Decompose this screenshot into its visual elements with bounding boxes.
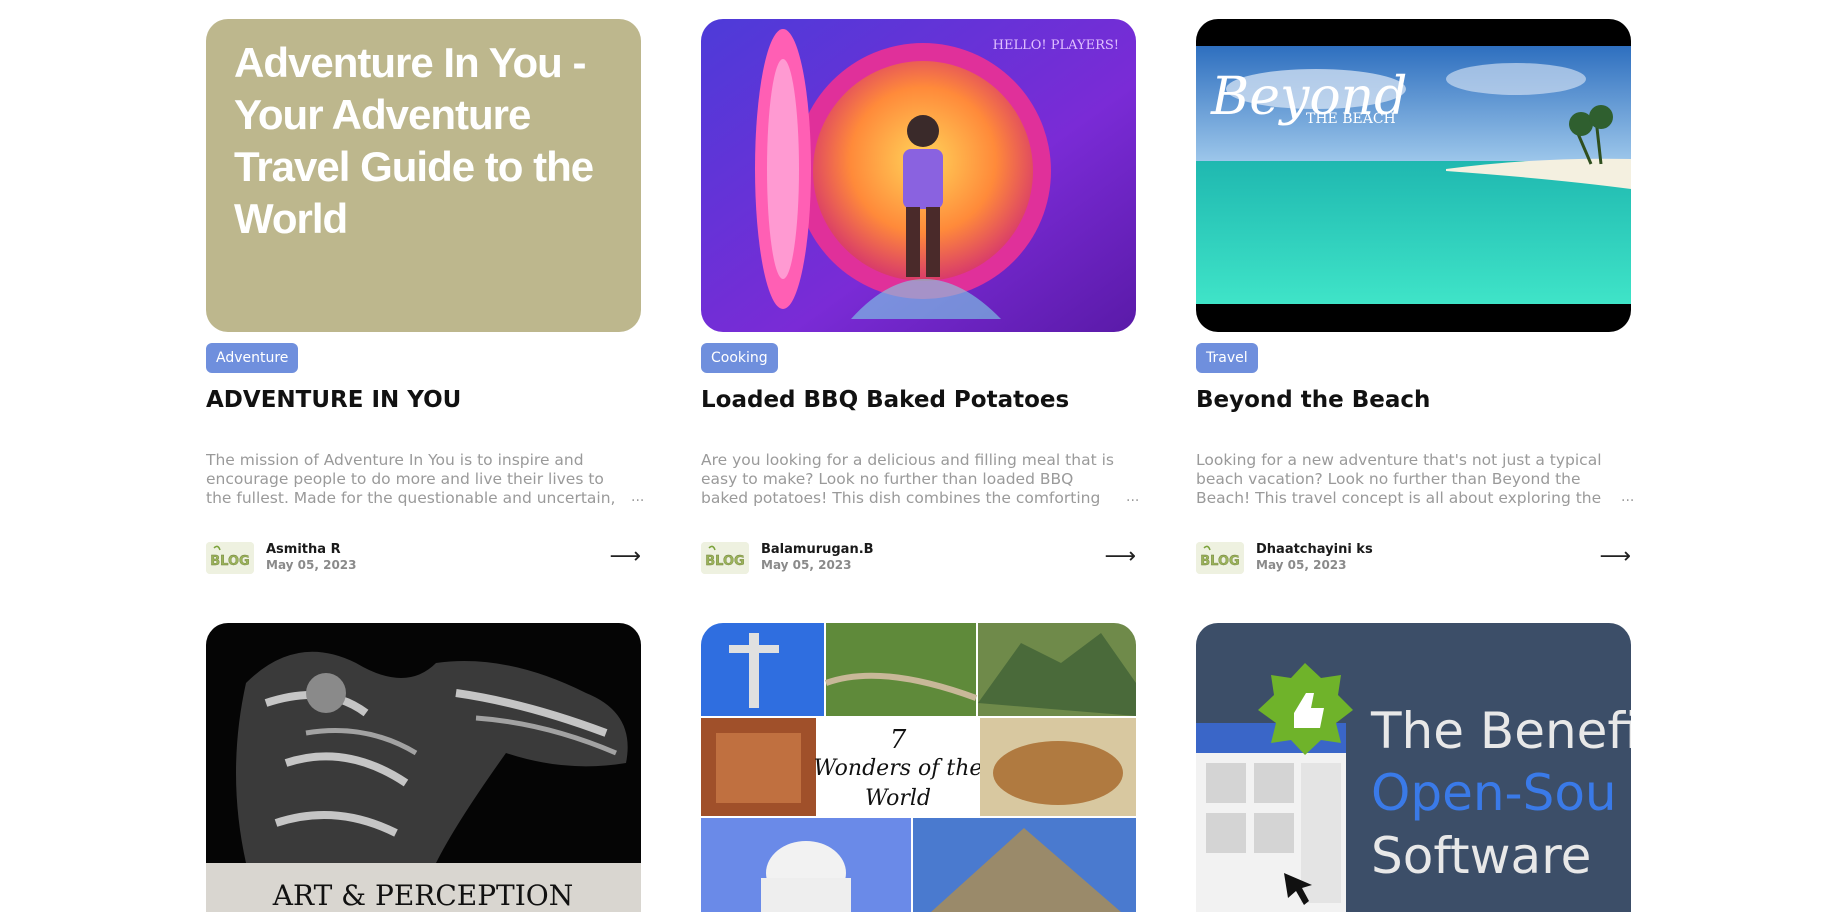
- post-date: May 05, 2023: [266, 558, 357, 572]
- image-overlay-title: Adventure In You - Your Adventure Travel…: [234, 39, 594, 242]
- read-more-arrow-icon[interactable]: ⟶: [1104, 544, 1136, 569]
- author-name[interactable]: Asmitha R: [266, 542, 341, 557]
- avatar: BLOG: [206, 542, 254, 574]
- avatar: BLOG: [1196, 542, 1244, 574]
- excerpt-ellipsis: ...: [1621, 489, 1635, 505]
- author-row: BLOG Dhaatchayini ks May 05, 2023 ⟶: [1196, 540, 1631, 576]
- image-line-1: The Benefi: [1370, 702, 1631, 760]
- image-title-text: ART & PERCEPTION: [272, 879, 573, 912]
- card-image[interactable]: Beyond THE BEACH: [1196, 19, 1631, 332]
- image-line-3: World: [865, 786, 931, 811]
- post-date: May 05, 2023: [1256, 558, 1347, 572]
- card-image[interactable]: Adventure In You - Your Adventure Travel…: [206, 19, 641, 332]
- excerpt-ellipsis: ...: [1126, 489, 1140, 505]
- post-title[interactable]: ADVENTURE IN YOU: [206, 385, 641, 415]
- card-image[interactable]: The Benefi Open-Sou Software: [1196, 623, 1631, 912]
- avatar-text: BLOG: [210, 554, 249, 569]
- avatar-text: BLOG: [1200, 554, 1239, 569]
- post-excerpt: Are you looking for a delicious and fill…: [701, 451, 1114, 507]
- read-more-arrow-icon[interactable]: ⟶: [1599, 544, 1631, 569]
- category-badge[interactable]: Cooking: [701, 343, 778, 373]
- post-excerpt: The mission of Adventure In You is to in…: [206, 451, 616, 507]
- author-name[interactable]: Balamurugan.B: [761, 542, 874, 557]
- image-line-2: Open-Sou: [1371, 764, 1617, 822]
- read-more-arrow-icon[interactable]: ⟶: [609, 544, 641, 569]
- author-row: BLOG Asmitha R May 05, 2023 ⟶: [206, 540, 641, 576]
- excerpt-ellipsis: ...: [631, 489, 645, 505]
- image-line-1: 7: [890, 725, 907, 755]
- card-image[interactable]: 7 Wonders of the World: [701, 623, 1136, 912]
- image-line-2: Wonders of the: [814, 756, 983, 781]
- category-badge[interactable]: Travel: [1196, 343, 1258, 373]
- post-excerpt: Looking for a new adventure that's not j…: [1196, 451, 1602, 507]
- image-subtitle-text: THE BEACH: [1306, 111, 1396, 127]
- author-name[interactable]: Dhaatchayini ks: [1256, 542, 1373, 557]
- card-image[interactable]: ART & PERCEPTION: [206, 623, 641, 912]
- post-title[interactable]: Beyond the Beach: [1196, 385, 1631, 415]
- author-row: BLOG Balamurugan.B May 05, 2023 ⟶: [701, 540, 1136, 576]
- card-image[interactable]: HELLO! PLAYERS!: [701, 19, 1136, 332]
- category-badge[interactable]: Adventure: [206, 343, 299, 373]
- post-date: May 05, 2023: [761, 558, 852, 572]
- avatar-text: BLOG: [705, 554, 744, 569]
- avatar: BLOG: [701, 542, 749, 574]
- image-logo-text: HELLO! PLAYERS!: [993, 38, 1119, 53]
- post-title[interactable]: Loaded BBQ Baked Potatoes: [701, 385, 1136, 415]
- image-line-3: Software: [1371, 827, 1591, 885]
